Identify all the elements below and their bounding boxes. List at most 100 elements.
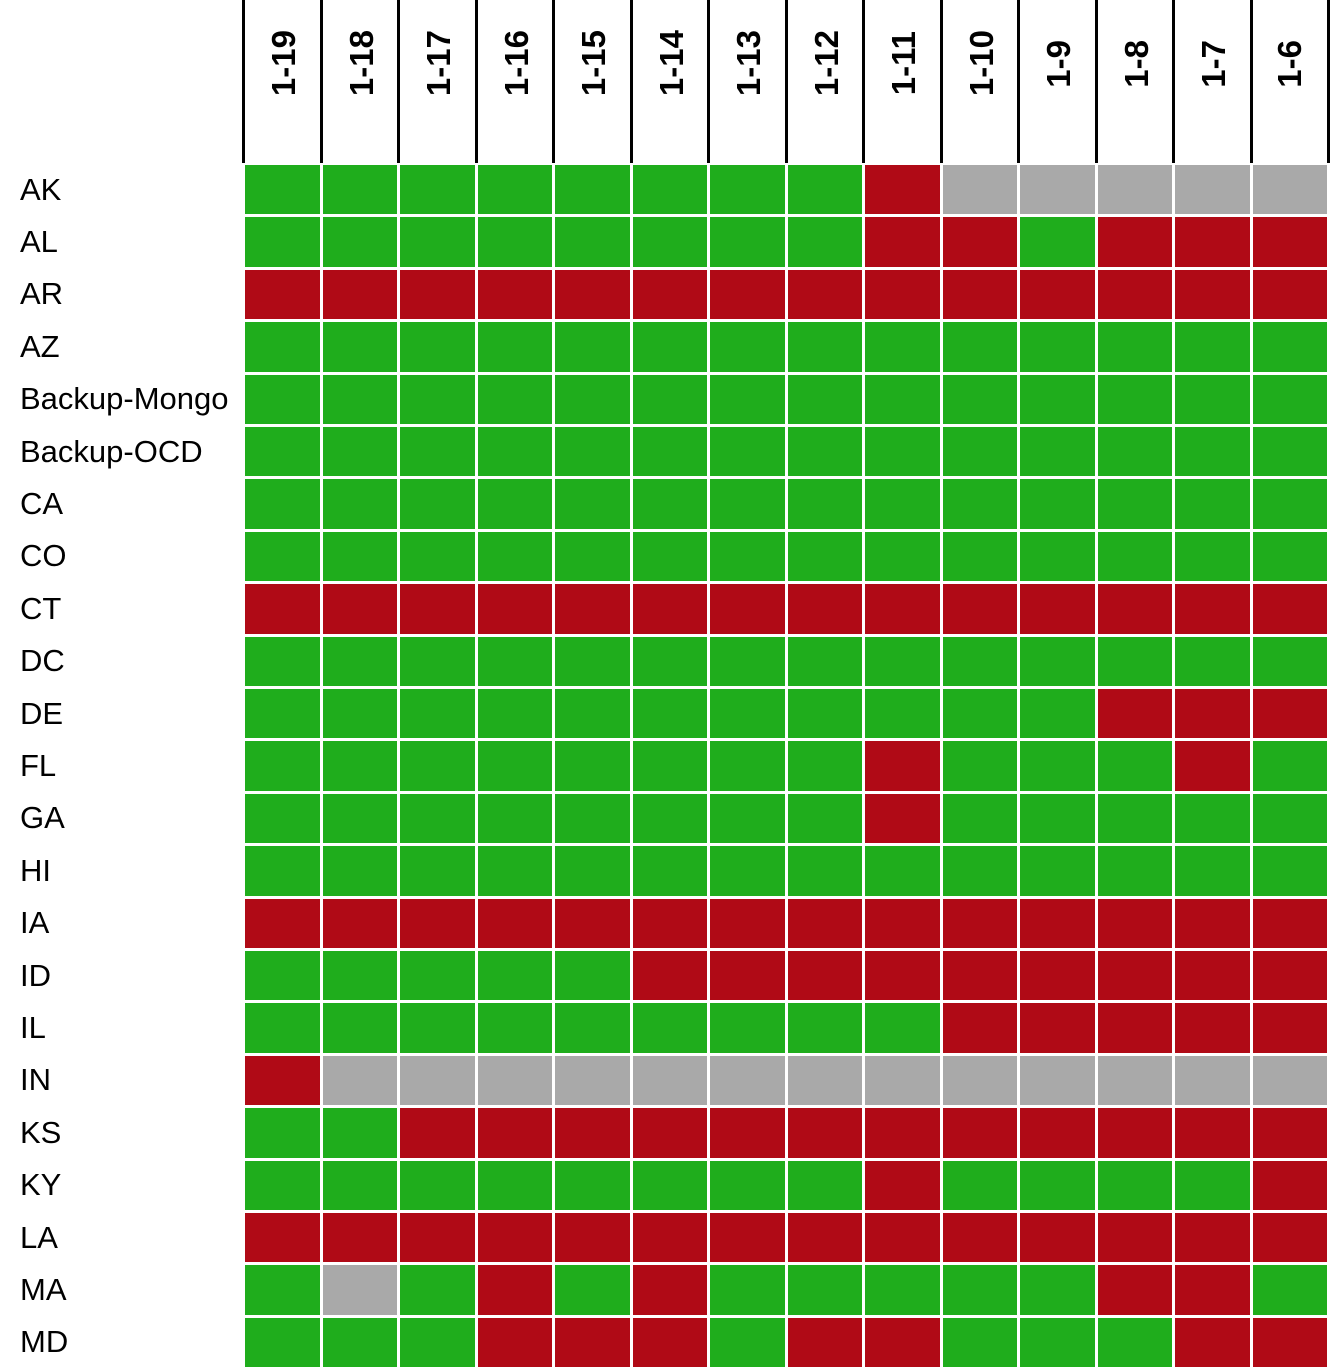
cell[interactable] xyxy=(788,217,863,266)
cell[interactable] xyxy=(400,1056,475,1105)
cell[interactable] xyxy=(710,1213,785,1262)
cell[interactable] xyxy=(710,794,785,843)
cell[interactable] xyxy=(1098,1056,1173,1105)
cell[interactable] xyxy=(555,532,630,581)
cell[interactable] xyxy=(478,1213,553,1262)
row-label-ks[interactable]: KS xyxy=(20,1108,240,1157)
cell[interactable] xyxy=(788,532,863,581)
cell[interactable] xyxy=(400,741,475,790)
cell[interactable] xyxy=(245,1108,320,1157)
cell[interactable] xyxy=(1020,322,1095,371)
cell[interactable] xyxy=(710,165,785,214)
row-label-il[interactable]: IL xyxy=(20,1003,240,1052)
cell[interactable] xyxy=(1175,1265,1250,1314)
cell[interactable] xyxy=(1020,1318,1095,1367)
column-header-1-15[interactable]: 1-15 xyxy=(552,0,633,163)
cell[interactable] xyxy=(633,217,708,266)
cell[interactable] xyxy=(555,1161,630,1210)
cell[interactable] xyxy=(1175,217,1250,266)
cell[interactable] xyxy=(1020,951,1095,1000)
cell[interactable] xyxy=(943,165,1018,214)
cell[interactable] xyxy=(478,479,553,528)
cell[interactable] xyxy=(1175,637,1250,686)
row-label-id[interactable]: ID xyxy=(20,951,240,1000)
cell[interactable] xyxy=(865,1265,940,1314)
cell[interactable] xyxy=(1098,1213,1173,1262)
cell[interactable] xyxy=(245,1056,320,1105)
cell[interactable] xyxy=(865,846,940,895)
row-label-ak[interactable]: AK xyxy=(20,165,240,214)
cell[interactable] xyxy=(788,741,863,790)
column-header-1-7[interactable]: 1-7 xyxy=(1172,0,1253,163)
row-label-az[interactable]: AZ xyxy=(20,322,240,371)
cell[interactable] xyxy=(400,165,475,214)
cell[interactable] xyxy=(1098,375,1173,424)
cell[interactable] xyxy=(323,1003,398,1052)
cell[interactable] xyxy=(865,951,940,1000)
cell[interactable] xyxy=(710,1161,785,1210)
cell[interactable] xyxy=(400,1265,475,1314)
cell[interactable] xyxy=(478,532,553,581)
column-header-1-6[interactable]: 1-6 xyxy=(1250,0,1330,163)
cell[interactable] xyxy=(943,217,1018,266)
cell[interactable] xyxy=(1098,1108,1173,1157)
column-header-1-11[interactable]: 1-11 xyxy=(862,0,943,163)
row-label-ca[interactable]: CA xyxy=(20,479,240,528)
cell[interactable] xyxy=(633,899,708,948)
cell[interactable] xyxy=(865,165,940,214)
cell[interactable] xyxy=(1020,532,1095,581)
cell[interactable] xyxy=(1253,375,1328,424)
cell[interactable] xyxy=(1098,584,1173,633)
cell[interactable] xyxy=(633,584,708,633)
cell[interactable] xyxy=(710,1318,785,1367)
column-header-1-12[interactable]: 1-12 xyxy=(785,0,866,163)
cell[interactable] xyxy=(1020,165,1095,214)
cell[interactable] xyxy=(323,637,398,686)
cell[interactable] xyxy=(865,1108,940,1157)
cell[interactable] xyxy=(633,951,708,1000)
cell[interactable] xyxy=(555,1003,630,1052)
column-header-1-14[interactable]: 1-14 xyxy=(630,0,711,163)
cell[interactable] xyxy=(1098,165,1173,214)
cell[interactable] xyxy=(788,689,863,738)
cell[interactable] xyxy=(323,427,398,476)
cell[interactable] xyxy=(943,741,1018,790)
cell[interactable] xyxy=(1020,1161,1095,1210)
cell[interactable] xyxy=(710,1108,785,1157)
cell[interactable] xyxy=(1020,1056,1095,1105)
cell[interactable] xyxy=(478,741,553,790)
cell[interactable] xyxy=(1098,846,1173,895)
row-label-ma[interactable]: MA xyxy=(20,1265,240,1314)
cell[interactable] xyxy=(400,217,475,266)
cell[interactable] xyxy=(788,1161,863,1210)
cell[interactable] xyxy=(633,637,708,686)
column-header-1-8[interactable]: 1-8 xyxy=(1095,0,1176,163)
cell[interactable] xyxy=(478,1265,553,1314)
cell[interactable] xyxy=(1253,1213,1328,1262)
column-header-1-19[interactable]: 1-19 xyxy=(242,0,323,163)
row-label-dc[interactable]: DC xyxy=(20,637,240,686)
cell[interactable] xyxy=(323,951,398,1000)
row-label-al[interactable]: AL xyxy=(20,217,240,266)
cell[interactable] xyxy=(1098,741,1173,790)
cell[interactable] xyxy=(865,1213,940,1262)
cell[interactable] xyxy=(788,165,863,214)
cell[interactable] xyxy=(1098,479,1173,528)
cell[interactable] xyxy=(478,1108,553,1157)
cell[interactable] xyxy=(633,375,708,424)
cell[interactable] xyxy=(323,532,398,581)
cell[interactable] xyxy=(400,637,475,686)
cell[interactable] xyxy=(633,270,708,319)
cell[interactable] xyxy=(478,794,553,843)
cell[interactable] xyxy=(1098,1161,1173,1210)
cell[interactable] xyxy=(1098,794,1173,843)
cell[interactable] xyxy=(323,1213,398,1262)
cell[interactable] xyxy=(478,375,553,424)
cell[interactable] xyxy=(555,479,630,528)
cell[interactable] xyxy=(245,846,320,895)
cell[interactable] xyxy=(245,689,320,738)
cell[interactable] xyxy=(633,1003,708,1052)
cell[interactable] xyxy=(245,270,320,319)
cell[interactable] xyxy=(555,637,630,686)
cell[interactable] xyxy=(555,427,630,476)
